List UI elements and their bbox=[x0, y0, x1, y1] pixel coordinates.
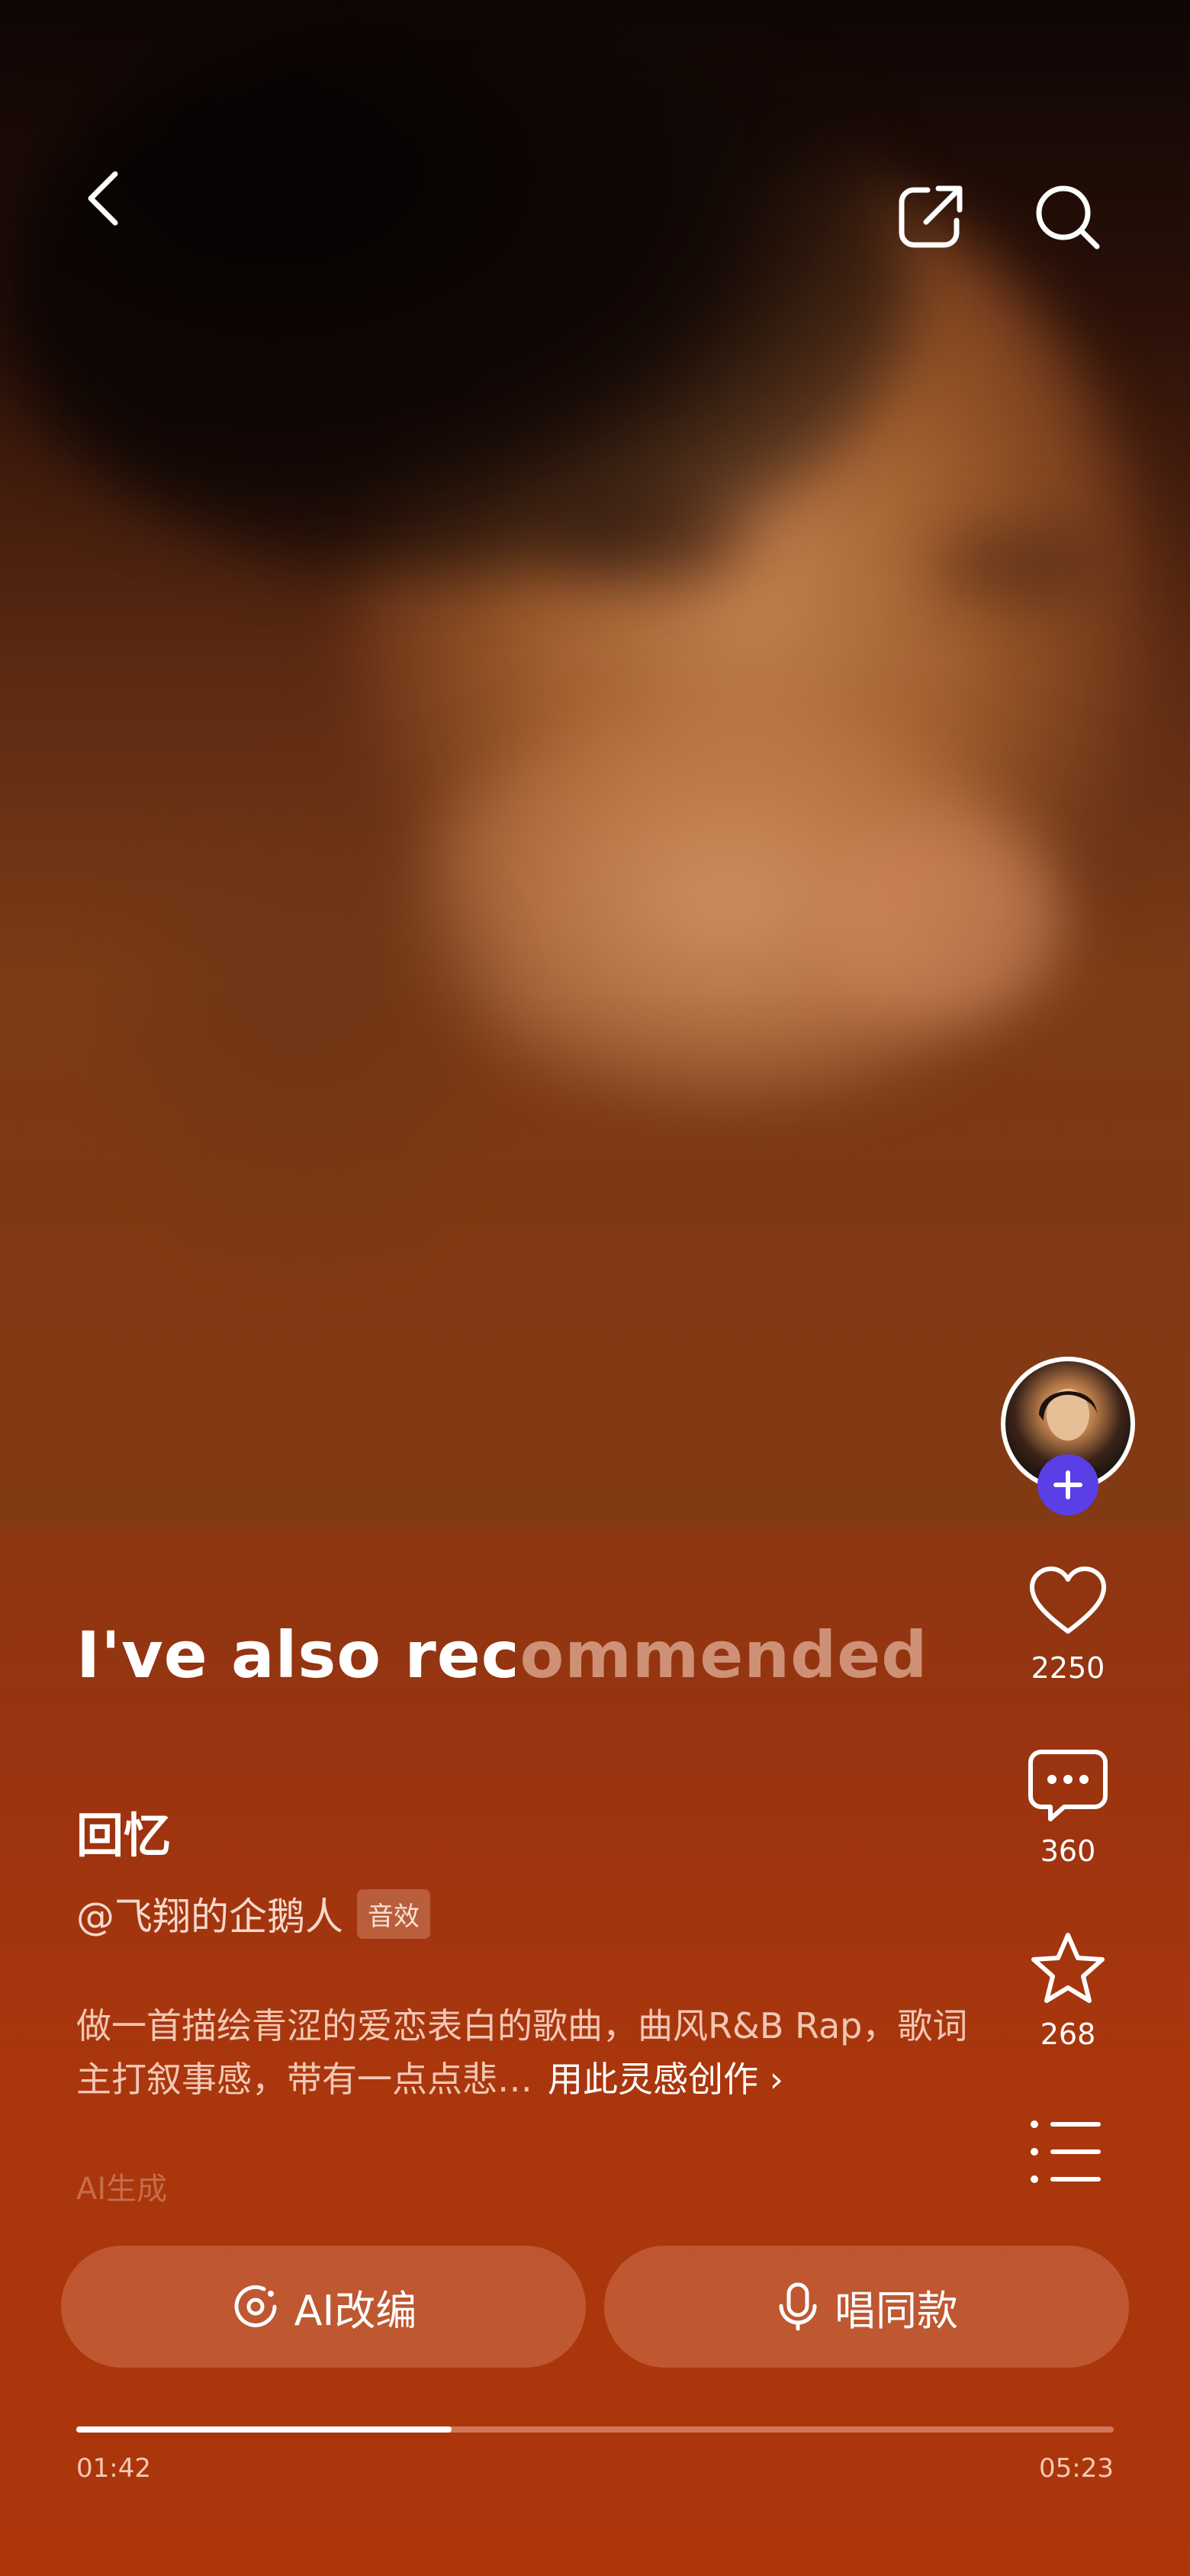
lyric-unsung: ommended bbox=[519, 1618, 928, 1692]
current-time: 01:42 bbox=[76, 2453, 151, 2484]
lyric-line: I've also recommended bbox=[76, 1618, 928, 1692]
lyric-sung: I've also rec bbox=[76, 1618, 520, 1692]
sing-same-label: 唱同款 bbox=[835, 2286, 958, 2335]
search-icon bbox=[1036, 185, 1100, 250]
star-icon bbox=[1031, 1933, 1105, 2003]
comment-icon bbox=[1028, 1750, 1108, 1821]
like-action[interactable]: 2250 bbox=[992, 1564, 1144, 1685]
favorite-action[interactable]: 268 bbox=[992, 1930, 1144, 2051]
author-row: @飞翔的企鹅人 音效 bbox=[76, 1886, 430, 1941]
plus-icon bbox=[1053, 1470, 1082, 1499]
chevron-left-icon bbox=[88, 171, 118, 226]
follow-button[interactable] bbox=[1037, 1454, 1098, 1515]
progress-fill bbox=[76, 2426, 452, 2433]
share-icon bbox=[899, 185, 963, 248]
share-button[interactable] bbox=[885, 172, 976, 263]
favorite-count: 268 bbox=[1040, 2017, 1096, 2051]
ai-remix-button[interactable]: AI改编 bbox=[61, 2246, 586, 2368]
category-badge: 音效 bbox=[357, 1889, 430, 1939]
song-detail-screen: I've also recommended 回忆 @飞翔的企鹅人 音效 做一首描… bbox=[0, 0, 1190, 2576]
back-button[interactable] bbox=[69, 153, 137, 244]
comment-count: 360 bbox=[1040, 1834, 1096, 1868]
ai-generated-tag: AI生成 bbox=[76, 2172, 168, 2207]
author-name[interactable]: @飞翔的企鹅人 bbox=[76, 1886, 343, 1941]
creator-avatar-group[interactable] bbox=[1001, 1357, 1135, 1515]
comment-action[interactable]: 360 bbox=[992, 1747, 1144, 1868]
like-count: 2250 bbox=[1031, 1651, 1105, 1685]
playback-progress-bar[interactable] bbox=[76, 2426, 1114, 2433]
ai-remix-label: AI改编 bbox=[294, 2286, 417, 2335]
sing-same-button[interactable]: 唱同款 bbox=[604, 2246, 1129, 2368]
song-title: 回忆 bbox=[76, 1808, 172, 1863]
heart-icon bbox=[1030, 1567, 1106, 1634]
song-description: 做一首描绘青涩的爱恋表白的歌曲，曲风R&B Rap，歌词主打叙事感，带有一点点悲… bbox=[76, 1999, 976, 2106]
playlist-icon bbox=[1031, 2120, 1101, 2183]
search-button[interactable] bbox=[1022, 172, 1114, 263]
playlist-button[interactable] bbox=[1022, 2114, 1114, 2190]
total-time: 05:23 bbox=[1039, 2453, 1114, 2484]
create-with-inspiration-link[interactable]: 用此灵感创作 › bbox=[548, 2059, 783, 2100]
remix-icon bbox=[234, 2285, 277, 2327]
description-text: 做一首描绘青涩的爱恋表白的歌曲，曲风R&B Rap，歌词主打叙事感，带有一点点悲… bbox=[76, 2005, 968, 2100]
cover-art bbox=[0, 0, 1190, 1526]
microphone-icon bbox=[779, 2282, 817, 2331]
